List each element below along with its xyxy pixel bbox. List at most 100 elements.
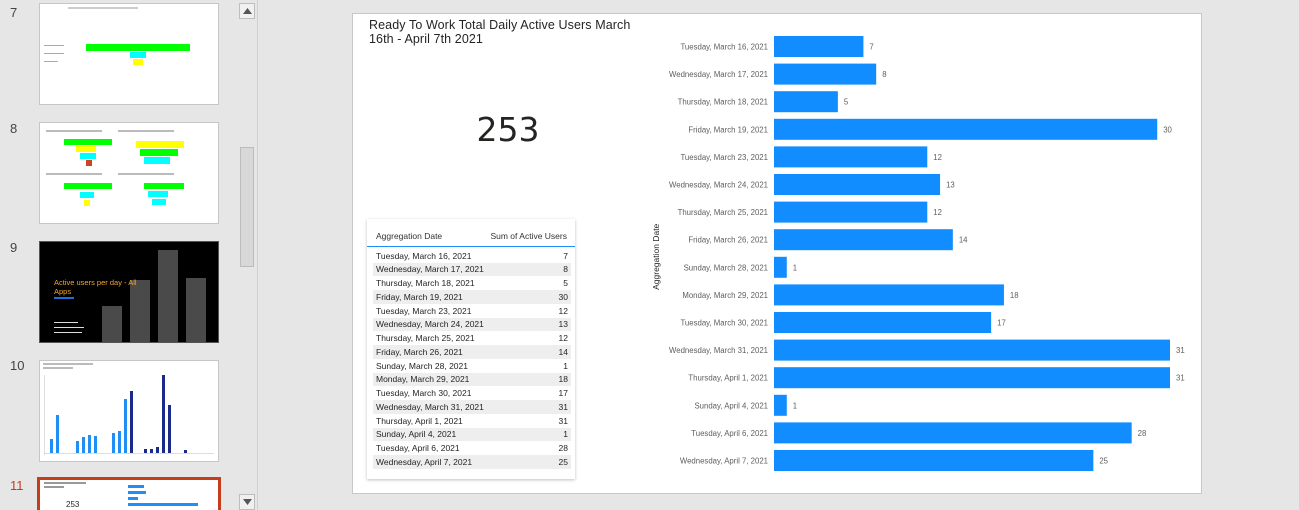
presentation-editor: 7 8 9 Active users per day - All Apps 10… [0, 0, 1299, 510]
bar[interactable] [774, 256, 787, 278]
slide-thumbnail-8[interactable] [39, 122, 219, 224]
bar[interactable] [774, 339, 1170, 361]
table-cell-value: 12 [558, 305, 568, 316]
bar[interactable] [774, 312, 992, 333]
slide-thumbnail-9[interactable]: Active users per day - All Apps [39, 241, 219, 343]
table-row[interactable]: Friday, March 26, 2021 14 [373, 345, 571, 359]
bar[interactable] [774, 146, 928, 168]
bar[interactable] [774, 450, 1094, 471]
slide-number-8: 8 [10, 121, 18, 136]
table-row[interactable]: Thursday, April 1, 2021 31 [373, 414, 571, 428]
data-label: 31 [1176, 346, 1185, 355]
thumb-title-line [118, 130, 174, 132]
scroll-thumb[interactable] [240, 147, 254, 267]
slide-thumbnail-11[interactable]: 253 [37, 477, 221, 510]
thumb-bar [84, 200, 90, 206]
thumb-title-line [46, 130, 102, 132]
data-label: 30 [1163, 125, 1172, 134]
data-label: 1 [793, 263, 797, 272]
thumb-bar [76, 441, 79, 453]
table-row[interactable]: Wednesday, March 31, 2021 31 [373, 400, 571, 414]
table-row[interactable]: Sunday, April 4, 2021 1 [373, 427, 571, 442]
slide-thumbnail-10[interactable] [39, 360, 219, 462]
table-row[interactable]: Thursday, March 25, 2021 12 [373, 332, 571, 346]
table-cell-value: 25 [558, 456, 568, 467]
data-label: 8 [882, 70, 886, 79]
table-cell-value: 17 [558, 388, 568, 398]
thumbnail-scrollbar[interactable] [237, 0, 257, 510]
y-tick-label: Wednesday, March 24, 2021 [669, 181, 768, 190]
column-header-aggregation-date[interactable]: Aggregation Date [376, 231, 442, 241]
table-row[interactable]: Thursday, March 18, 2021 5 [373, 277, 571, 291]
bar[interactable] [774, 91, 838, 113]
slide-thumbnail-7[interactable] [39, 3, 219, 105]
bar[interactable] [774, 201, 928, 223]
table-row[interactable]: Sunday, March 28, 2021 1 [373, 359, 571, 373]
table-cell-date: Friday, March 19, 2021 [376, 291, 463, 302]
thumb-bar [128, 485, 144, 488]
table-row[interactable]: Tuesday, March 16, 2021 7 [373, 249, 571, 263]
bar[interactable] [774, 394, 787, 416]
slide-canvas[interactable]: Ready To Work Total Daily Active Users M… [352, 13, 1202, 494]
bar[interactable] [774, 118, 1158, 140]
y-tick-label: Wednesday, March 17, 2021 [669, 70, 768, 79]
bar[interactable] [774, 63, 877, 85]
table-cell-value: 1 [563, 360, 568, 371]
daily-active-users-bar-chart[interactable]: Aggregation Date Tuesday, March 16, 2021 7… [643, 32, 1193, 492]
y-tick-label: Tuesday, March 23, 2021 [680, 153, 768, 162]
thumb-bar [158, 250, 178, 342]
table-row[interactable]: Tuesday, April 6, 2021 28 [373, 442, 571, 456]
y-tick-label: Wednesday, April 7, 2021 [680, 457, 768, 466]
y-tick-label: Thursday, March 25, 2021 [678, 208, 768, 217]
table-cell-value: 28 [558, 443, 568, 453]
table-row[interactable]: Tuesday, March 23, 2021 12 [373, 304, 571, 318]
table-row[interactable]: Friday, March 19, 2021 30 [373, 290, 571, 304]
thumb-bar [130, 52, 146, 58]
table-cell-date: Wednesday, March 24, 2021 [376, 319, 484, 330]
thumb-bar [82, 437, 85, 453]
thumb-label [44, 61, 58, 62]
data-label: 12 [933, 208, 942, 217]
table-row[interactable]: Wednesday, March 24, 2021 13 [373, 317, 571, 332]
bar[interactable] [774, 36, 864, 57]
thumb-bar [144, 157, 170, 164]
thumb-label [44, 53, 64, 54]
table-cell-date: Friday, March 26, 2021 [376, 346, 463, 357]
thumb-text-line [54, 327, 84, 328]
thumb-slide-title: Active users per day - All Apps [54, 278, 137, 296]
bar[interactable] [774, 367, 1170, 389]
table-cell-date: Thursday, April 1, 2021 [376, 415, 463, 426]
thumb-bar [128, 503, 198, 506]
thumb-text-line [54, 332, 82, 333]
report-title: Ready To Work Total Daily Active Users M… [369, 18, 631, 46]
slide-number-11: 11 [10, 478, 24, 493]
table-row[interactable]: Monday, March 29, 2021 18 [373, 372, 571, 387]
scroll-down-button[interactable] [239, 494, 255, 510]
table-cell-value: 14 [558, 346, 568, 357]
table-cell-value: 30 [558, 291, 568, 302]
table-header: Aggregation Date Sum of Active Users [367, 225, 575, 247]
table-cell-date: Tuesday, March 16, 2021 [376, 250, 472, 261]
thumb-bar [152, 199, 166, 205]
table-row[interactable]: Wednesday, April 7, 2021 25 [373, 455, 571, 469]
table-cell-date: Tuesday, April 6, 2021 [376, 443, 460, 453]
column-header-sum-active-users[interactable]: Sum of Active Users [490, 231, 567, 241]
thumb-bar [80, 192, 94, 198]
table-cell-date: Sunday, March 28, 2021 [376, 360, 468, 371]
table-row[interactable]: Wednesday, March 17, 2021 8 [373, 262, 571, 277]
table-cell-value: 31 [558, 401, 568, 412]
scroll-up-button[interactable] [239, 3, 255, 19]
bar[interactable] [774, 422, 1132, 444]
active-users-table[interactable]: Aggregation Date Sum of Active Users Tue… [367, 219, 575, 479]
thumb-underline [54, 297, 74, 299]
thumb-title-line [44, 486, 64, 488]
bar[interactable] [774, 284, 1004, 306]
thumb-bar [162, 375, 165, 453]
bar[interactable] [774, 229, 953, 251]
thumb-title-line [43, 367, 73, 369]
table-cell-date: Monday, March 29, 2021 [376, 374, 470, 385]
caret-down-icon [243, 499, 252, 505]
table-row[interactable]: Tuesday, March 30, 2021 17 [373, 387, 571, 401]
y-tick-label: Monday, March 29, 2021 [682, 291, 768, 300]
bar[interactable] [774, 174, 941, 195]
